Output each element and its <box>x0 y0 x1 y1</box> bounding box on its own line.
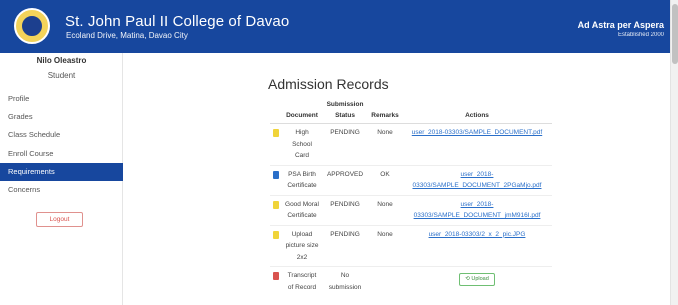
submission-status: APPROVED <box>322 164 368 195</box>
submission-status: PENDING <box>322 224 368 267</box>
table-row: PSA Birth Certificate APPROVED OK user_2… <box>270 164 552 195</box>
header-icon-col <box>270 97 282 124</box>
remarks: None <box>368 224 402 267</box>
main-content: Admission Records Document Submission St… <box>124 53 670 305</box>
document-file-link[interactable]: user_2018-03303/SAMPLE_DOCUMENT.pdf <box>412 129 542 136</box>
header-actions: Actions <box>402 97 552 124</box>
file-yellow-icon <box>273 230 279 239</box>
document-name: High School Card <box>282 123 322 165</box>
table-header-row: Document Submission Status Remarks Actio… <box>270 97 552 124</box>
header-remarks: Remarks <box>368 97 402 124</box>
school-motto: Ad Astra per Aspera <box>577 20 664 30</box>
upload-label: Upload <box>471 276 489 282</box>
school-address: Ecoland Drive, Matina, Davao City <box>66 31 188 40</box>
table-row: Upload picture size 2x2 PENDING None use… <box>270 224 552 267</box>
remarks: OK <box>368 164 402 195</box>
file-blue-icon <box>273 170 279 179</box>
school-name: St. John Paul II College of Davao <box>65 13 290 30</box>
document-name: Upload picture size 2x2 <box>282 224 322 267</box>
logout-button[interactable]: Logout <box>36 212 83 227</box>
remarks <box>368 266 402 296</box>
submission-status: PENDING <box>322 194 368 225</box>
sidebar-item-class-schedule[interactable]: Class Schedule <box>0 126 123 144</box>
file-yellow-icon <box>273 200 279 209</box>
document-file-link[interactable]: user_2018-03303/SAMPLE_DOCUMENT_2PGaMjo.… <box>413 171 542 190</box>
sidebar-item-enroll-course[interactable]: Enroll Course <box>0 145 123 163</box>
table-row: Good Moral Certificate PENDING None user… <box>270 194 552 225</box>
remarks: None <box>368 123 402 165</box>
sidebar-item-grades[interactable]: Grades <box>0 108 123 126</box>
document-name: Transcript of Record <box>282 266 322 296</box>
header-status: Submission Status <box>322 97 368 124</box>
table-row: Transcript of Record No submission ⟲ Upl… <box>270 266 552 296</box>
table-row: High School Card PENDING None user_2018-… <box>270 123 552 165</box>
sidebar: Nilo Oleastro Student Profile Grades Cla… <box>0 53 123 305</box>
sidebar-item-requirements[interactable]: Requirements <box>0 163 123 181</box>
file-yellow-icon <box>273 129 279 137</box>
user-role: Student <box>47 71 76 80</box>
established-year: Established 2000 <box>617 32 664 38</box>
school-logo <box>14 8 50 44</box>
document-file-link[interactable]: user_2018-03303/2_x_2_pic.JPG <box>429 231 526 238</box>
remarks: None <box>368 194 402 225</box>
submission-status: PENDING <box>322 123 368 165</box>
scrollbar-thumb[interactable] <box>672 4 678 64</box>
sidebar-item-concerns[interactable]: Concerns <box>0 181 123 199</box>
document-name: Good Moral Certificate <box>282 194 322 225</box>
file-red-icon <box>273 272 279 280</box>
upload-button[interactable]: ⟲ Upload <box>459 273 495 286</box>
submission-status: No submission <box>322 266 368 296</box>
document-name: PSA Birth Certificate <box>282 164 322 195</box>
user-name: Nilo Oleastro <box>36 56 87 65</box>
sidebar-item-profile[interactable]: Profile <box>0 90 123 108</box>
site-header: St. John Paul II College of Davao Ecolan… <box>0 0 670 53</box>
page-title: Admission Records <box>268 76 389 92</box>
page-scrollbar[interactable] <box>670 0 678 305</box>
document-file-link[interactable]: user_2018-03303/SAMPLE_DOCUMENT_jmM916I.… <box>414 201 541 220</box>
header-document: Document <box>282 97 322 124</box>
admission-records-table: Document Submission Status Remarks Actio… <box>270 97 552 296</box>
